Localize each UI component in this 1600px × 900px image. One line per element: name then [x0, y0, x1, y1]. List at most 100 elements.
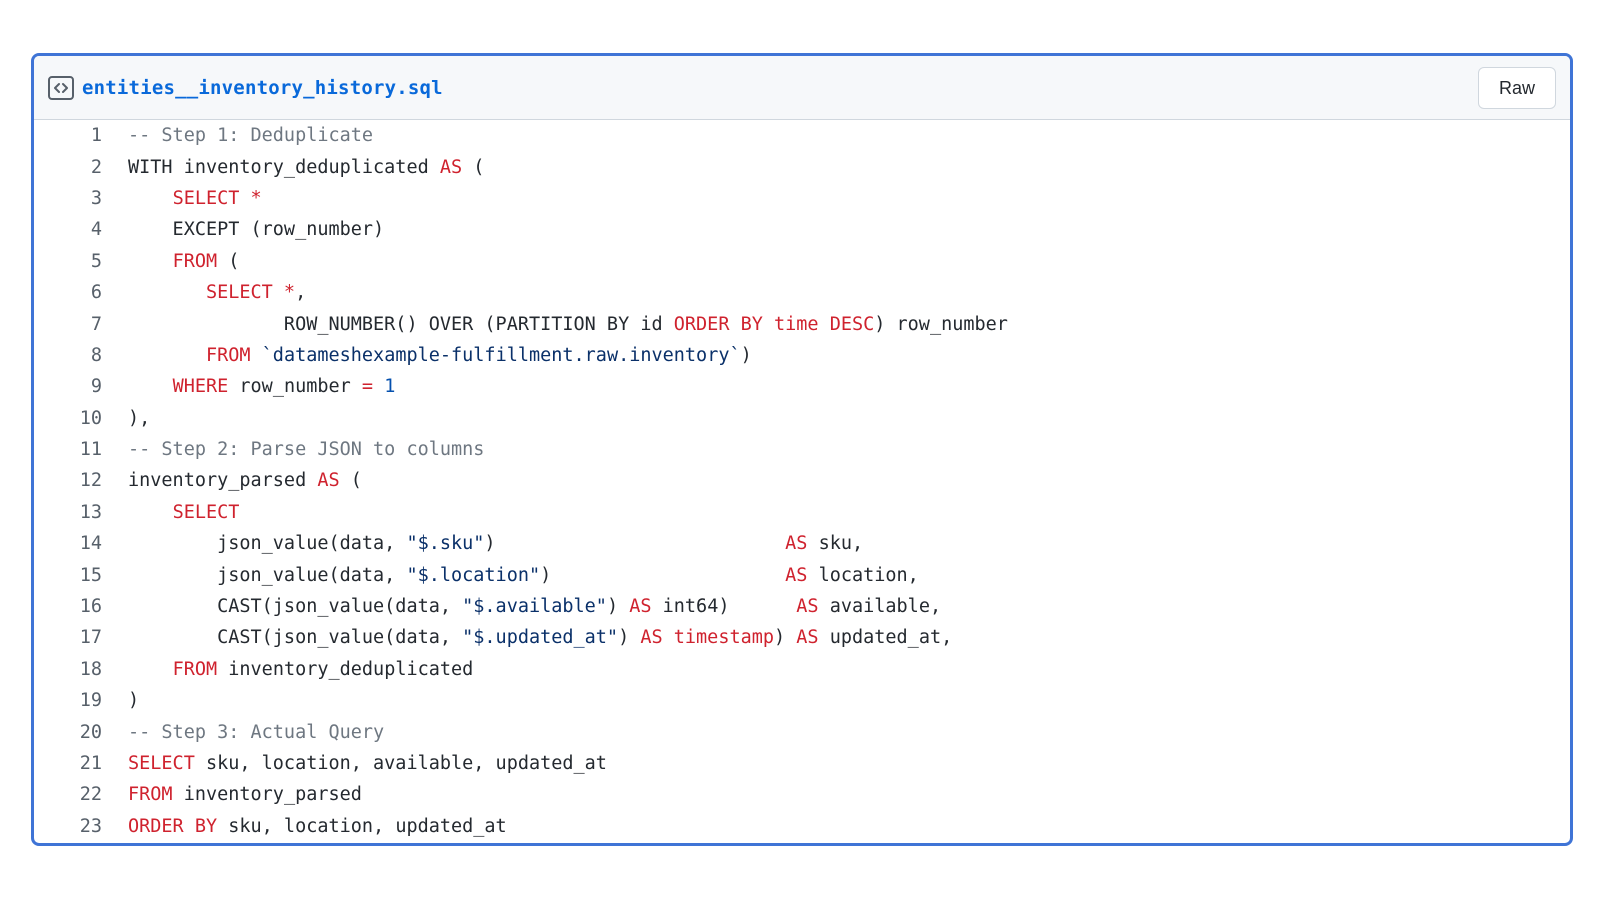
code-token: "$.updated_at": [462, 627, 619, 649]
line-number[interactable]: 15: [34, 565, 128, 586]
line-code: FROM inventory_deduplicated: [128, 659, 1570, 680]
code-line: 12 inventory_parsed AS (: [34, 465, 1570, 496]
line-number[interactable]: 21: [34, 753, 128, 774]
code-line: 17 CAST(json_value(data, "$.updated_at")…: [34, 622, 1570, 653]
code-line: 8 FROM `datameshexample-fulfillment.raw.…: [34, 340, 1570, 371]
line-number[interactable]: 5: [34, 251, 128, 272]
code-token: inventory_parsed: [172, 784, 362, 806]
raw-button[interactable]: Raw: [1478, 67, 1556, 109]
line-number[interactable]: 17: [34, 627, 128, 648]
code-token: json_value(data,: [128, 533, 407, 555]
code-token: SELECT: [128, 753, 195, 774]
code-token: (: [462, 156, 485, 178]
code-token: =: [361, 376, 374, 398]
line-number[interactable]: 22: [34, 784, 128, 805]
code-token: `datameshexample-fulfillment.raw.invento…: [261, 344, 741, 366]
line-code: SELECT: [128, 502, 1570, 523]
code-token: SELECT *: [172, 187, 262, 209]
line-code: json_value(data, "$.location") AS locati…: [128, 565, 1570, 586]
code-token: FROM: [205, 344, 251, 366]
code-token: ROW_NUMBER() OVER (PARTITION BY id: [128, 313, 674, 335]
code-token: SELECT *: [205, 282, 296, 304]
line-code: -- Step 1: Deduplicate: [128, 125, 1570, 146]
code-token: ),: [128, 407, 151, 429]
line-number[interactable]: 12: [34, 470, 128, 491]
code-line: 10),: [34, 403, 1570, 434]
line-number[interactable]: 3: [34, 188, 128, 209]
line-number[interactable]: 14: [34, 533, 128, 554]
code-token: CAST(json_value(data,: [128, 596, 463, 618]
line-number[interactable]: 8: [34, 345, 128, 366]
line-number[interactable]: 9: [34, 376, 128, 397]
code-line: 11 -- Step 2: Parse JSON to columns: [34, 434, 1570, 465]
line-code: ROW_NUMBER() OVER (PARTITION BY id ORDER…: [128, 314, 1570, 335]
line-number[interactable]: 16: [34, 596, 128, 617]
code-line: 19): [34, 685, 1570, 716]
code-token: AS: [439, 156, 463, 178]
line-code: ORDER BY sku, location, updated_at: [128, 816, 1570, 837]
code-line: 18 FROM inventory_deduplicated: [34, 654, 1570, 685]
code-line: 3 SELECT *: [34, 183, 1570, 214]
line-number[interactable]: 4: [34, 219, 128, 240]
code-token: ORDER BY time DESC: [673, 313, 875, 335]
code-token: ): [128, 690, 140, 712]
code-token: int64): [651, 596, 797, 618]
code-line: 2 WITH inventory_deduplicated AS (: [34, 151, 1570, 182]
line-number[interactable]: 20: [34, 722, 128, 743]
code-token: ): [618, 627, 641, 649]
line-number[interactable]: 11: [34, 439, 128, 460]
code-line: 20 -- Step 3: Actual Query: [34, 716, 1570, 747]
code-line: 1 -- Step 1: Deduplicate: [34, 120, 1570, 151]
code-token: ,: [295, 282, 307, 304]
line-number[interactable]: 7: [34, 314, 128, 335]
line-number[interactable]: 2: [34, 157, 128, 178]
code-token: -- Step 1: Deduplicate: [128, 125, 374, 147]
code-token: sku, location, updated_at: [217, 815, 507, 837]
code-line: 21 SELECT sku, location, available, updat…: [34, 748, 1570, 779]
code-token: SELECT: [172, 501, 240, 523]
line-number[interactable]: 1: [34, 125, 128, 146]
line-code: SELECT *: [128, 188, 1570, 209]
code-token: AS: [317, 470, 340, 492]
code-token: ): [484, 533, 786, 555]
code-token: "$.sku": [406, 533, 485, 555]
line-number[interactable]: 19: [34, 690, 128, 711]
line-code: -- Step 3: Actual Query: [128, 722, 1570, 743]
code-token: ORDER BY: [128, 815, 218, 837]
code-token: ): [774, 627, 797, 649]
line-number[interactable]: 6: [34, 282, 128, 303]
code-line: 9 WHERE row_number = 1: [34, 371, 1570, 402]
line-number[interactable]: 23: [34, 816, 128, 837]
code-token: FROM: [128, 784, 173, 806]
code-file-viewer: entities__inventory_history.sql Raw 1 -- …: [31, 53, 1573, 846]
line-number[interactable]: 13: [34, 502, 128, 523]
code-token: AS: [629, 596, 652, 618]
code-token: ): [540, 564, 786, 586]
code-line: 5 FROM (: [34, 246, 1570, 277]
code-token: sku, location, available, updated_at: [194, 753, 607, 774]
code-line: 7 ROW_NUMBER() OVER (PARTITION BY id ORD…: [34, 308, 1570, 339]
line-code: WITH inventory_deduplicated AS (: [128, 157, 1570, 178]
code-token: 1: [384, 376, 396, 398]
file-name-link[interactable]: entities__inventory_history.sql: [82, 77, 443, 99]
code-token: AS: [796, 596, 819, 618]
code-line: 6 SELECT *,: [34, 277, 1570, 308]
code-token: (: [339, 470, 362, 492]
code-file-icon: [48, 75, 74, 100]
line-code: inventory_parsed AS (: [128, 470, 1570, 491]
line-code: EXCEPT (row_number): [128, 219, 1570, 240]
line-code: SELECT sku, location, available, updated…: [128, 753, 1570, 774]
code-token: -- Step 3: Actual Query: [128, 721, 385, 743]
code-token: inventory_parsed: [128, 470, 318, 492]
code-token: json_value(data,: [128, 564, 407, 586]
code-token: "$.location": [406, 564, 541, 586]
line-number[interactable]: 18: [34, 659, 128, 680]
line-number[interactable]: 10: [34, 408, 128, 429]
code-line: 15 json_value(data, "$.location") AS loc…: [34, 559, 1570, 590]
